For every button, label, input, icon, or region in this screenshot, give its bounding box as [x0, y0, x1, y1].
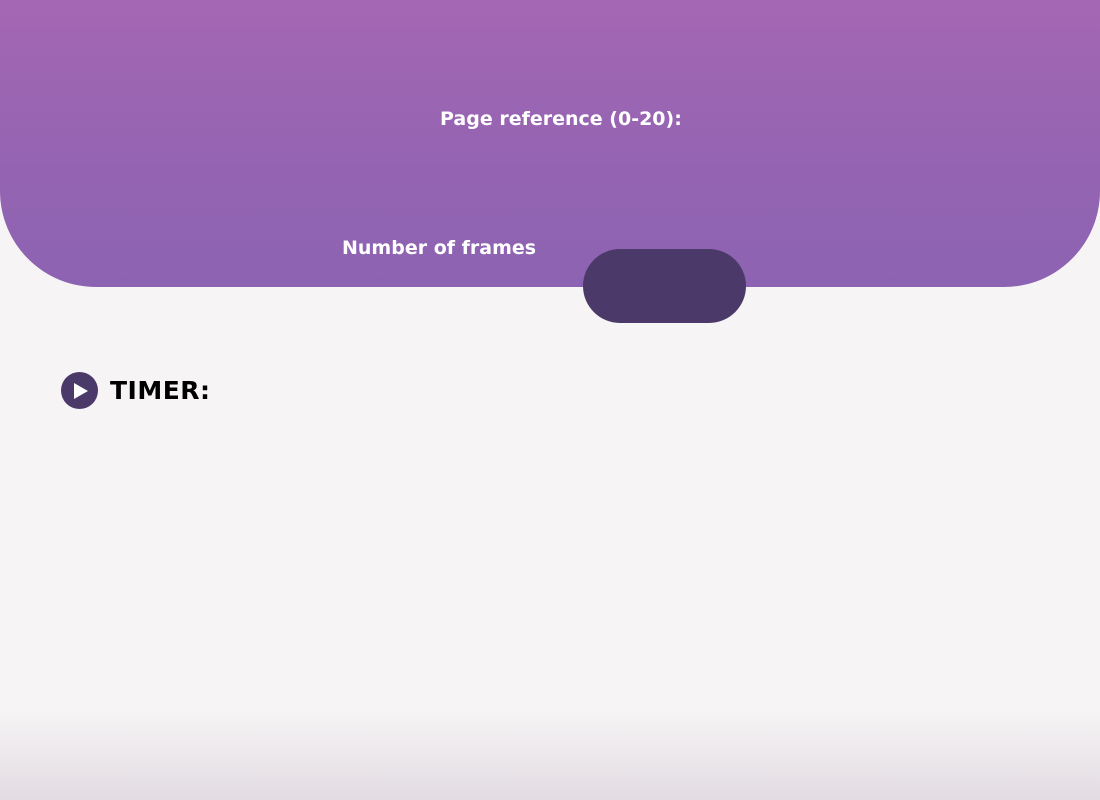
- frames-label: Number of frames: [342, 237, 537, 259]
- header-panel: Page reference (0-20): Number of frames: [0, 0, 1100, 287]
- timer-label: TIMER:: [110, 376, 211, 405]
- play-icon: [74, 382, 88, 399]
- play-button[interactable]: [61, 372, 98, 409]
- bottom-fade: [0, 710, 1100, 800]
- page-reference-label: Page reference (0-20):: [440, 108, 682, 130]
- timer-row: TIMER:: [61, 372, 211, 409]
- frames-input[interactable]: [583, 249, 746, 323]
- page: Page reference (0-20): Number of frames …: [0, 0, 1100, 800]
